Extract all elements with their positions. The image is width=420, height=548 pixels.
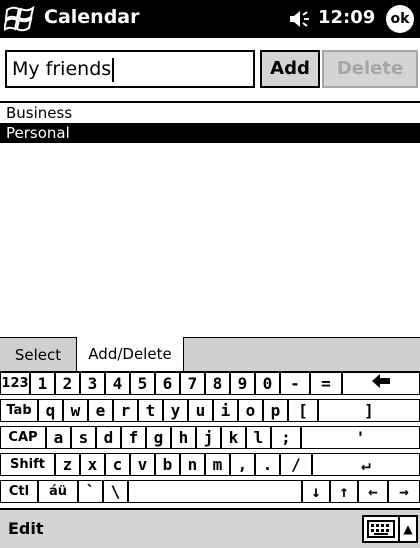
key-6[interactable]: 6	[155, 372, 180, 395]
key-`[interactable]: `	[78, 480, 103, 503]
key-j[interactable]: j	[196, 426, 221, 449]
input-panel-arrow-icon[interactable]: ▲	[400, 515, 418, 543]
key-p[interactable]: p	[263, 399, 288, 422]
key-arrow-down[interactable]: ↓	[302, 480, 330, 503]
key-/[interactable]: /	[280, 453, 312, 476]
key-backspace[interactable]	[342, 372, 420, 395]
keyboard-row-qwerty: Tab q w e r t y u i o p[]	[0, 399, 420, 422]
tab-add-delete[interactable]: Add/Delete	[76, 337, 184, 371]
key-y[interactable]: y	[163, 399, 188, 422]
text-caret	[112, 57, 115, 82]
key-4[interactable]: 4	[105, 372, 130, 395]
key-caps[interactable]: CAP	[0, 426, 46, 449]
key-ctrl[interactable]: Ctl	[0, 480, 38, 503]
key-z[interactable]: z	[55, 453, 80, 476]
tab-strip-filler	[184, 337, 420, 371]
keyboard-row-home: CAP a s d f g h j k l; '	[0, 426, 420, 449]
key-5[interactable]: 5	[130, 372, 155, 395]
add-button[interactable]: Add	[260, 50, 320, 88]
key-\[interactable]: \	[103, 480, 128, 503]
key-t[interactable]: t	[138, 399, 163, 422]
clock[interactable]: 12:09	[318, 7, 375, 28]
key-l[interactable]: l	[246, 426, 271, 449]
key-enter[interactable]: ↵	[312, 453, 420, 476]
key-=[interactable]: =	[310, 372, 342, 395]
key-w[interactable]: w	[63, 399, 88, 422]
key-d[interactable]: d	[96, 426, 121, 449]
category-input-row: My friends Add Delete	[0, 38, 420, 98]
edit-menu[interactable]: Edit	[8, 519, 44, 538]
key-arrow-up[interactable]: ↑	[330, 480, 358, 503]
key-c[interactable]: c	[105, 453, 130, 476]
key-v[interactable]: v	[130, 453, 155, 476]
keyboard-row-numbers: 123 1 2 3 4 5 6 7 8 9 0- =	[0, 372, 420, 395]
key-9[interactable]: 9	[230, 372, 255, 395]
key-s[interactable]: s	[71, 426, 96, 449]
keyboard-icon[interactable]	[362, 515, 400, 543]
key-2[interactable]: 2	[55, 372, 80, 395]
key-,[interactable]: ,	[230, 453, 255, 476]
key-o[interactable]: o	[238, 399, 263, 422]
key-r[interactable]: r	[113, 399, 138, 422]
key-space[interactable]	[128, 480, 302, 503]
list-item-business[interactable]: Business	[0, 103, 420, 123]
key-.[interactable]: .	[255, 453, 280, 476]
key-h[interactable]: h	[171, 426, 196, 449]
title-bar: Calendar 12:09 ok	[0, 0, 420, 38]
key--[interactable]: -	[280, 372, 310, 395]
delete-button[interactable]: Delete	[322, 50, 418, 88]
key-arrow-left[interactable]: ←	[358, 480, 388, 503]
category-name-input[interactable]: My friends	[5, 50, 255, 88]
key-tab[interactable]: Tab	[0, 399, 38, 422]
key-arrow-right[interactable]: →	[388, 480, 420, 503]
key-intl[interactable]: áü	[38, 480, 78, 503]
keyboard-row-controls: Ctl áü ` \ ↓ ↑ ← →	[0, 480, 420, 503]
speaker-icon[interactable]	[288, 9, 314, 29]
menu-bar: Edit ▲	[0, 508, 420, 548]
ok-button[interactable]: ok	[386, 5, 414, 33]
key-n[interactable]: n	[180, 453, 205, 476]
key-3[interactable]: 3	[80, 372, 105, 395]
key-k[interactable]: k	[221, 426, 246, 449]
start-menu-icon[interactable]	[2, 4, 36, 34]
key-u[interactable]: u	[188, 399, 213, 422]
key-g[interactable]: g	[146, 426, 171, 449]
category-name-value: My friends	[12, 58, 112, 80]
key-;[interactable]: ;	[271, 426, 301, 449]
category-list: Business Personal	[0, 101, 420, 337]
tab-select[interactable]: Select	[0, 337, 76, 371]
keyboard-row-bottom-letters: Shift z x c v b n m,. / ↵	[0, 453, 420, 476]
backspace-icon	[372, 374, 390, 388]
key-e[interactable]: e	[88, 399, 113, 422]
key-q[interactable]: q	[38, 399, 63, 422]
list-item-personal[interactable]: Personal	[0, 123, 420, 143]
key-a[interactable]: a	[46, 426, 71, 449]
app-title: Calendar	[44, 6, 140, 28]
key-[[interactable]: [	[288, 399, 318, 422]
key-1[interactable]: 1	[30, 372, 55, 395]
key-m[interactable]: m	[205, 453, 230, 476]
tab-strip: Select Add/Delete	[0, 337, 420, 371]
key-0[interactable]: 0	[255, 372, 280, 395]
key-b[interactable]: b	[155, 453, 180, 476]
key-][interactable]: ]	[318, 399, 420, 422]
key-i[interactable]: i	[213, 399, 238, 422]
key-shift[interactable]: Shift	[0, 453, 55, 476]
key-'[interactable]: '	[301, 426, 420, 449]
soft-keyboard: 123 1 2 3 4 5 6 7 8 9 0- = Tab q w e r t y u i o p[] CAP a s d f g…	[0, 371, 420, 508]
key-x[interactable]: x	[80, 453, 105, 476]
key-8[interactable]: 8	[205, 372, 230, 395]
key-f[interactable]: f	[121, 426, 146, 449]
key-7[interactable]: 7	[180, 372, 205, 395]
key-123[interactable]: 123	[0, 372, 30, 395]
